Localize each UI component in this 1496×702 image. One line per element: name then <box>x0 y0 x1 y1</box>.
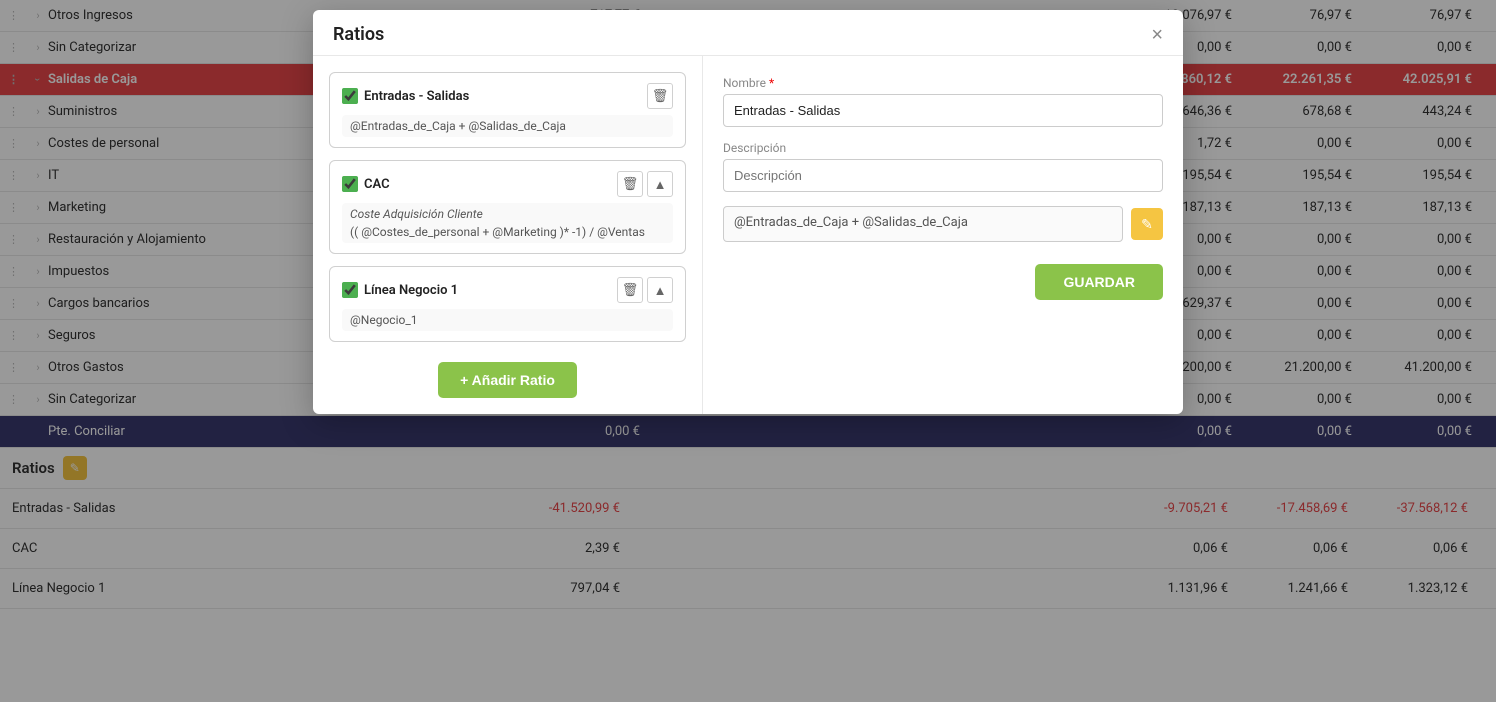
ratio-card-actions-3: 🗑 ▲ <box>617 277 673 303</box>
ratio-card-name-3: Línea Negocio 1 <box>342 282 458 298</box>
ratio-name-label-3: Línea Negocio 1 <box>364 283 458 298</box>
ratio-card-header-3: Línea Negocio 1 🗑 ▲ <box>342 277 673 303</box>
ratio-card-name-1: Entradas - Salidas <box>342 88 469 104</box>
formula-form-group: @Entradas_de_Caja + @Salidas_de_Caja ✎ <box>723 206 1163 242</box>
trash-icon: 🗑 <box>652 88 669 104</box>
ratio-checkbox-2[interactable] <box>342 176 358 192</box>
ratio-card-header-2: CAC 🗑 ▲ <box>342 171 673 197</box>
delete-ratio-button-3[interactable]: 🗑 <box>617 277 643 303</box>
nombre-label: Nombre * <box>723 76 1163 90</box>
ratio-card-linea-negocio: Línea Negocio 1 🗑 ▲ @Nego <box>329 266 686 342</box>
ratio-card-actions-1: 🗑 <box>647 83 673 109</box>
ratio-card-header-1: Entradas - Salidas 🗑 <box>342 83 673 109</box>
trash-icon-2: 🗑 <box>622 176 639 192</box>
ratio-name-label-1: Entradas - Salidas <box>364 89 469 104</box>
ratio-card-cac: CAC 🗑 ▲ Co <box>329 160 686 254</box>
ratio-card-actions-2: 🗑 ▲ <box>617 171 673 197</box>
add-ratio-button[interactable]: + Añadir Ratio <box>438 362 577 398</box>
modal-title: Ratios <box>333 24 384 45</box>
ratio-card-name-2: CAC <box>342 176 390 192</box>
trash-icon-3: 🗑 <box>622 282 639 298</box>
formula-display: @Entradas_de_Caja + @Salidas_de_Caja <box>723 206 1123 242</box>
ratio-formula-3: @Negocio_1 <box>342 309 673 331</box>
modal-close-button[interactable]: × <box>1151 25 1163 45</box>
descripcion-form-group: Descripción <box>723 141 1163 192</box>
modal-body: Entradas - Salidas 🗑 @Entradas_de_Caja +… <box>313 56 1183 414</box>
ratio-card-entradas-salidas: Entradas - Salidas 🗑 @Entradas_de_Caja +… <box>329 72 686 148</box>
ratios-modal: Ratios × Entradas - Salidas <box>313 10 1183 414</box>
guardar-button[interactable]: GUARDAR <box>1035 264 1163 300</box>
ratio-checkbox-1[interactable] <box>342 88 358 104</box>
cac-description: Coste Adquisición Cliente <box>350 207 665 221</box>
main-table: ⋮ › Otros Ingresos 717,77 € 10.076,97 € … <box>0 0 1496 702</box>
edit-icon: ✎ <box>1141 216 1153 233</box>
formula-row: @Entradas_de_Caja + @Salidas_de_Caja ✎ <box>723 206 1163 242</box>
required-indicator: * <box>769 76 774 90</box>
descripcion-label: Descripción <box>723 141 1163 155</box>
modal-right-panel: Nombre * Descripción @Entradas_de_Caja +… <box>703 56 1183 414</box>
cac-formula-text: (( @Costes_de_personal + @Marketing )* -… <box>350 225 665 239</box>
modal-header: Ratios × <box>313 10 1183 56</box>
delete-ratio-button-1[interactable]: 🗑 <box>647 83 673 109</box>
delete-ratio-button-2[interactable]: 🗑 <box>617 171 643 197</box>
nombre-form-group: Nombre * <box>723 76 1163 127</box>
descripcion-input[interactable] <box>723 159 1163 192</box>
ratio-formula-2: Coste Adquisición Cliente (( @Costes_de_… <box>342 203 673 243</box>
up-arrow-icon-2: ▲ <box>654 177 667 192</box>
ratio-formula-1: @Entradas_de_Caja + @Salidas_de_Caja <box>342 115 673 137</box>
formula-edit-button[interactable]: ✎ <box>1131 208 1163 240</box>
move-up-ratio-button-2[interactable]: ▲ <box>647 171 673 197</box>
ratio-name-label-2: CAC <box>364 177 390 192</box>
nombre-input[interactable] <box>723 94 1163 127</box>
modal-left-panel: Entradas - Salidas 🗑 @Entradas_de_Caja +… <box>313 56 703 414</box>
up-arrow-icon-3: ▲ <box>654 283 667 298</box>
modal-backdrop: Ratios × Entradas - Salidas <box>0 0 1496 702</box>
ratio-checkbox-3[interactable] <box>342 282 358 298</box>
move-up-ratio-button-3[interactable]: ▲ <box>647 277 673 303</box>
